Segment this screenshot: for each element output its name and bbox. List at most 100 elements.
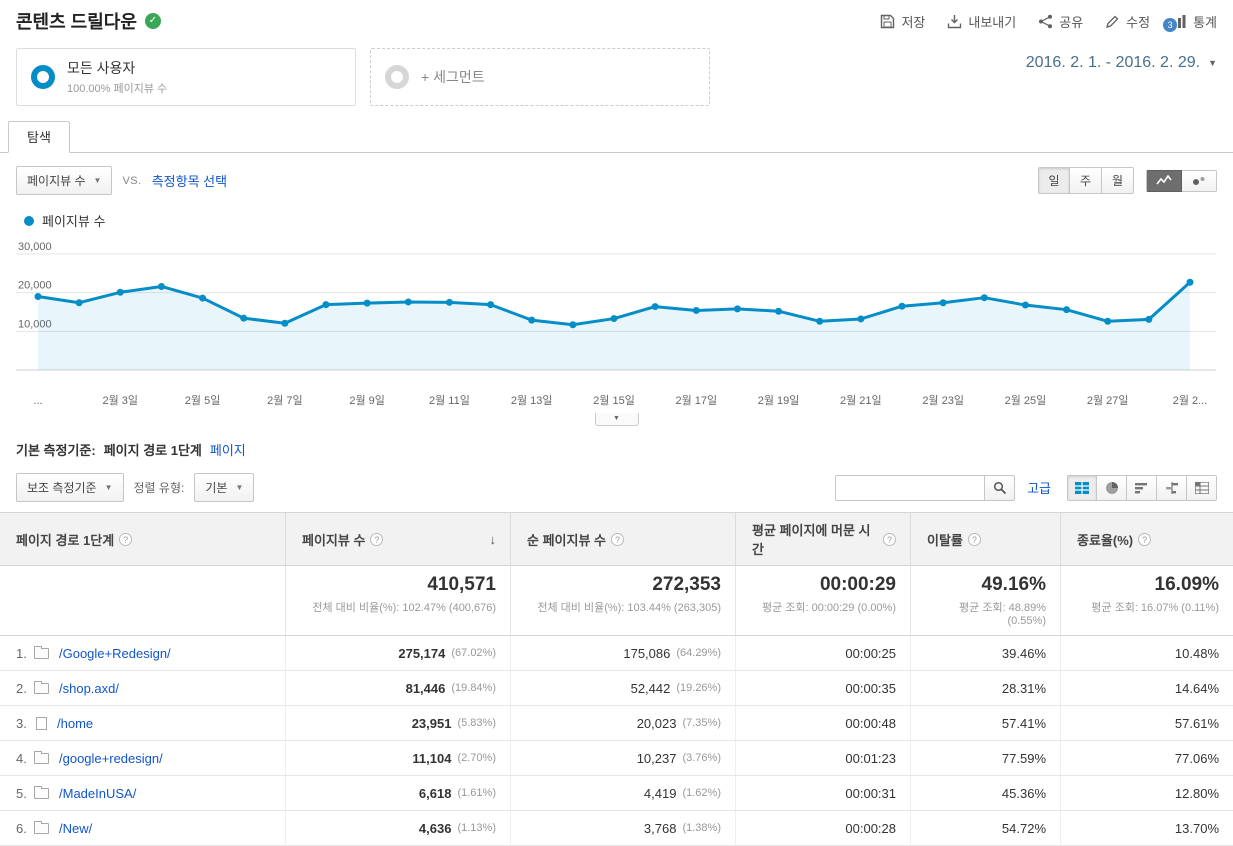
secondary-dimension-dropdown[interactable]: 보조 측정기준 ▼: [16, 473, 124, 502]
table-view-button[interactable]: [1067, 474, 1097, 501]
help-icon[interactable]: ?: [610, 532, 624, 546]
edit-icon: [1105, 14, 1120, 29]
table-row[interactable]: 3. /home 23,951 (5.83%) 20,023 (7.35%) 00:00:4…: [0, 706, 1233, 741]
column-header-bounce-rate[interactable]: 이탈률 ?: [910, 513, 1060, 565]
search-button[interactable]: [985, 474, 1016, 501]
help-icon[interactable]: ?: [967, 532, 981, 546]
select-metric-link[interactable]: 측정항목 선택: [152, 171, 227, 190]
date-range-selector[interactable]: 2016. 2. 1. - 2016. 2. 29. ▼: [1026, 54, 1217, 72]
intelligence-count-badge: 3: [1163, 17, 1178, 32]
chart-expander-button[interactable]: ▼: [594, 413, 639, 426]
pageviews-cell: 23,951 (5.83%): [285, 706, 510, 740]
table-view-icon: [1075, 481, 1089, 494]
granularity-week-button[interactable]: 주: [1070, 167, 1102, 194]
share-icon: [1038, 14, 1053, 29]
page-path-link[interactable]: /home: [57, 716, 93, 731]
edit-button[interactable]: 수정: [1105, 12, 1150, 31]
svg-text:2월 11일: 2월 11일: [429, 393, 470, 407]
svg-text:2월 27일: 2월 27일: [1087, 393, 1129, 407]
chevron-down-icon: ▼: [93, 176, 102, 185]
column-header-exit-rate[interactable]: 종료율(%) ?: [1060, 513, 1233, 565]
svg-text:20,000: 20,000: [18, 280, 52, 292]
table-search-input[interactable]: [835, 474, 986, 501]
column-header-unique-pageviews[interactable]: 순 페이지뷰 수 ?: [510, 513, 735, 565]
svg-text:2월 13일: 2월 13일: [511, 393, 553, 407]
column-header-page-path[interactable]: 페이지 경로 1단계 ?: [0, 513, 285, 565]
chevron-down-icon: ▼: [1208, 58, 1217, 68]
table-row[interactable]: 4. /google+redesign/11,104 (2.70%) 10,237 (3…: [0, 741, 1233, 776]
granularity-month-button[interactable]: 월: [1102, 167, 1134, 194]
sort-type-label: 정렬 유형:: [133, 481, 185, 495]
svg-text:2월 17일: 2월 17일: [675, 393, 717, 407]
pivot-view-icon: [1194, 481, 1209, 494]
summary-unique-pageviews: 272,353 전체 대비 비율(%): 103.44% (263,305): [510, 566, 735, 635]
segment-section: 모든 사용자 100.00% 페이지뷰 수 + 세그먼트 2016. 2. 1.…: [0, 40, 1233, 120]
page-path-cell: 3. /home: [0, 706, 285, 740]
column-header-pageviews[interactable]: 페이지뷰 수 ? ↓: [285, 513, 510, 565]
segment-all-users[interactable]: 모든 사용자 100.00% 페이지뷰 수: [16, 48, 356, 106]
bounce-rate-cell: 28.31%: [910, 671, 1060, 705]
bounce-rate-cell: 77.59%: [910, 741, 1060, 775]
table-row[interactable]: 6. /New/4,636 (1.13%) 3,768 (1.38%) 00:00:28 5…: [0, 811, 1233, 846]
percentage-view-button[interactable]: [1097, 474, 1127, 501]
page-path-link[interactable]: /google+redesign/: [59, 751, 163, 766]
table-row[interactable]: 2. /shop.axd/81,446 (19.84%) 52,442 (19.26%)…: [0, 671, 1233, 706]
comparison-view-button[interactable]: [1157, 474, 1187, 501]
avg-time-cell: 00:00:25: [735, 636, 910, 670]
tab-explorer[interactable]: 탐색: [8, 121, 70, 153]
save-button[interactable]: 저장: [880, 12, 925, 31]
tab-bar: 탐색: [0, 120, 1233, 153]
row-index: 1.: [16, 645, 27, 661]
header-actions: 저장 내보내기 공유 수정 3 통계: [880, 12, 1217, 32]
help-icon[interactable]: ?: [1138, 532, 1152, 546]
chart-controls: 페이지뷰 수 ▼ VS. 측정항목 선택 일 주 월: [0, 153, 1233, 201]
page-path-link[interactable]: /MadeInUSA/: [59, 786, 136, 801]
performance-view-button[interactable]: [1127, 474, 1157, 501]
folder-icon: [34, 820, 49, 834]
column-header-avg-time[interactable]: 평균 페이지에 머문 시간 ?: [735, 513, 910, 565]
help-icon[interactable]: ?: [883, 532, 896, 546]
data-table: 페이지 경로 1단계 ? 페이지뷰 수 ? ↓ 순 페이지뷰 수 ? 평균 페이…: [0, 512, 1233, 846]
svg-text:2월 23일: 2월 23일: [922, 393, 964, 407]
svg-text:2월 7일: 2월 7일: [267, 393, 303, 407]
export-button[interactable]: 내보내기: [947, 12, 1016, 31]
unique-pageviews-cell: 4,419 (1.62%): [510, 776, 735, 810]
metric-dropdown[interactable]: 페이지뷰 수 ▼: [16, 166, 113, 195]
row-index: 3.: [16, 715, 27, 731]
table-header-row: 페이지 경로 1단계 ? 페이지뷰 수 ? ↓ 순 페이지뷰 수 ? 평균 페이…: [0, 513, 1233, 566]
granularity-day-button[interactable]: 일: [1038, 167, 1070, 194]
page-path-link[interactable]: /shop.axd/: [59, 681, 119, 696]
svg-text:2월 3일: 2월 3일: [103, 393, 139, 407]
pivot-view-button[interactable]: [1187, 474, 1217, 501]
help-icon[interactable]: ?: [370, 532, 384, 546]
view-toggle-group: [1067, 474, 1217, 501]
pageviews-cell: 11,104 (2.70%): [285, 741, 510, 775]
folder-icon: [34, 750, 49, 764]
add-segment-button[interactable]: + 세그먼트: [370, 48, 710, 106]
page-path-link[interactable]: /Google+Redesign/: [59, 646, 171, 661]
share-button[interactable]: 공유: [1038, 12, 1083, 31]
unique-pageviews-cell: 3,768 (1.38%): [510, 811, 735, 845]
table-row[interactable]: 5. /MadeInUSA/6,618 (1.61%) 4,419 (1.62%) 00:…: [0, 776, 1233, 811]
advanced-link[interactable]: 고급: [1027, 478, 1051, 497]
page-path-link[interactable]: /New/: [59, 821, 92, 836]
segment-title: 모든 사용자: [67, 60, 136, 76]
avg-time-cell: 00:00:35: [735, 671, 910, 705]
pageviews-line-chart[interactable]: 10,000 20,000 30,000... 2월 3일 2월 5일 2월 7일 2월 9…: [16, 238, 1217, 413]
unique-pageviews-cell: 52,442 (19.26%): [510, 671, 735, 705]
table-controls: 보조 측정기준 ▼ 정렬 유형: 기본 ▼ 고급: [0, 467, 1233, 512]
page-path-cell: 4. /google+redesign/: [0, 741, 285, 775]
dimension-page-link[interactable]: 페이지: [210, 440, 246, 459]
pageviews-cell: 275,174 (67.02%): [285, 636, 510, 670]
sort-type-dropdown[interactable]: 기본 ▼: [194, 473, 255, 502]
intelligence-button[interactable]: 3 통계: [1163, 12, 1217, 32]
line-chart-toggle-button[interactable]: [1146, 169, 1182, 192]
legend-dot-icon: [24, 215, 34, 226]
row-index: 4.: [16, 750, 27, 766]
primary-dimension-label: 기본 측정기준:: [16, 443, 96, 458]
table-row[interactable]: 1. /Google+Redesign/275,174 (67.02%) 175,08…: [0, 636, 1233, 671]
page-path-cell: 1. /Google+Redesign/: [0, 636, 285, 670]
motion-chart-toggle-button[interactable]: [1182, 169, 1217, 192]
help-icon[interactable]: ?: [119, 532, 133, 546]
search-icon: [993, 481, 1006, 494]
